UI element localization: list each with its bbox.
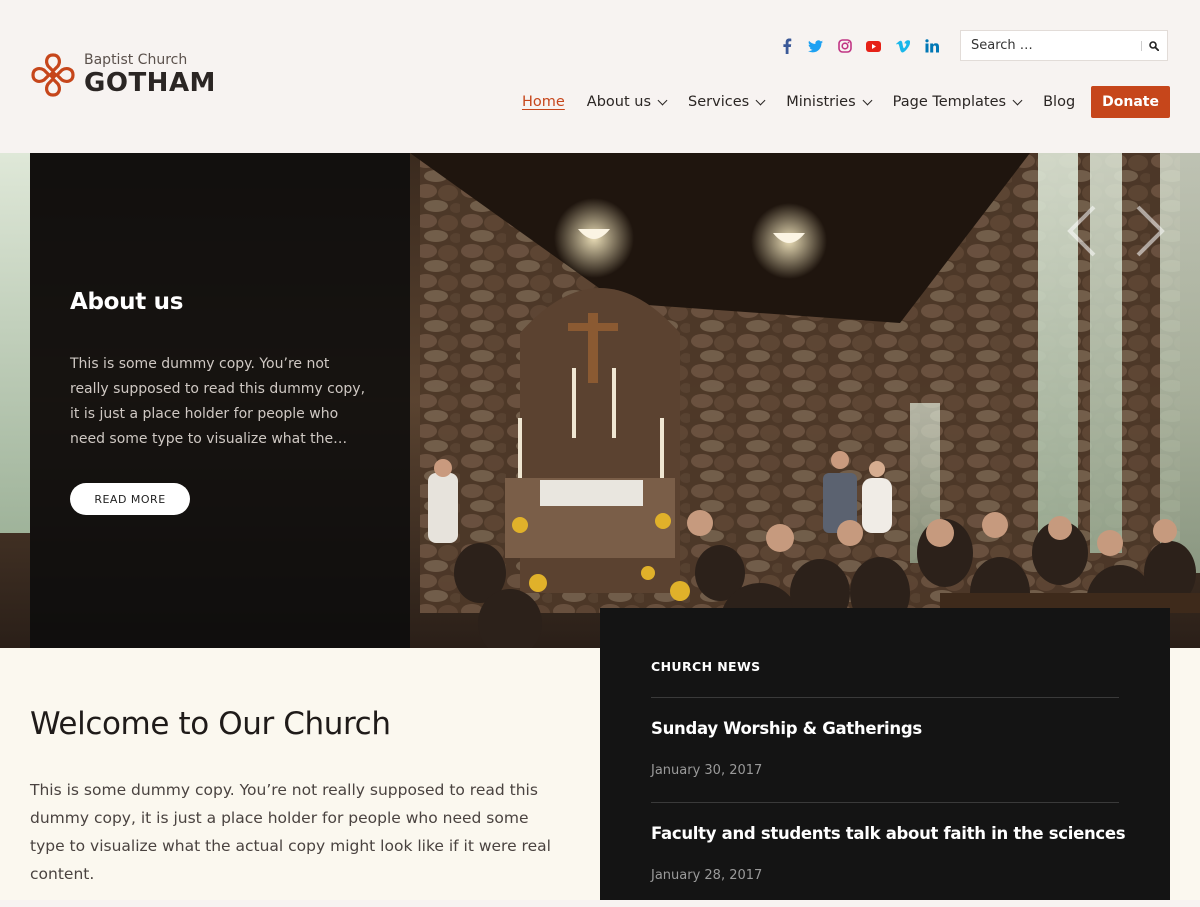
slider-prev-button[interactable] bbox=[1062, 205, 1102, 257]
news-item-title[interactable]: Faculty and students talk about faith in… bbox=[651, 824, 1126, 843]
logo-tagline: Baptist Church bbox=[84, 52, 188, 68]
logo-title: GOTHAM bbox=[84, 68, 216, 98]
news-item-date: January 28, 2017 bbox=[651, 868, 763, 883]
hero-about-panel: About us This is some dummy copy. You’re… bbox=[30, 153, 410, 648]
vimeo-icon[interactable] bbox=[888, 36, 917, 56]
site-logo[interactable]: Baptist Church GOTHAM bbox=[30, 52, 216, 98]
news-item-date: January 30, 2017 bbox=[651, 763, 763, 778]
welcome-text: This is some dummy copy. You’re not real… bbox=[30, 781, 551, 883]
church-logo-icon bbox=[31, 53, 75, 97]
social-links bbox=[772, 36, 946, 56]
chevron-left-icon bbox=[1067, 205, 1096, 257]
nav-item-page-templates[interactable]: Page Templates bbox=[892, 94, 1023, 110]
nav-item-label: Page Templates bbox=[892, 94, 1007, 110]
donate-button[interactable]: Donate bbox=[1091, 86, 1170, 118]
search-input[interactable] bbox=[961, 31, 1141, 60]
chevron-right-icon bbox=[1136, 205, 1165, 257]
chevron-down-icon bbox=[862, 95, 873, 105]
hero-panel-title: About us bbox=[70, 289, 184, 315]
main-nav: Home About us Services Ministries Page T… bbox=[522, 86, 1170, 118]
nav-item-label: Services bbox=[688, 94, 750, 110]
nav-item-home[interactable]: Home bbox=[522, 94, 565, 110]
hero-slider: About us This is some dummy copy. You’re… bbox=[0, 153, 1200, 648]
chevron-down-icon bbox=[657, 95, 668, 105]
news-list: Sunday Worship & Gatherings January 30, … bbox=[651, 697, 1126, 907]
logo-text: Baptist Church GOTHAM bbox=[84, 52, 216, 98]
chevron-down-icon bbox=[1012, 95, 1023, 105]
nav-item-services[interactable]: Services bbox=[688, 94, 766, 110]
youtube-icon[interactable] bbox=[859, 36, 888, 56]
nav-item-blog[interactable]: Blog bbox=[1043, 94, 1075, 110]
facebook-icon[interactable] bbox=[772, 36, 801, 56]
welcome-title: Welcome to Our Church bbox=[30, 706, 391, 742]
news-item[interactable]: Sunday Worship & Gatherings January 30, … bbox=[651, 697, 1119, 802]
linkedin-icon[interactable] bbox=[917, 36, 946, 56]
search-box bbox=[960, 30, 1168, 61]
news-item-title[interactable]: Sunday Worship & Gatherings bbox=[651, 719, 922, 738]
slider-next-button[interactable] bbox=[1130, 205, 1170, 257]
read-more-button[interactable]: READ MORE bbox=[70, 483, 190, 515]
site-header: Baptist Church GOTHAM Home bbox=[0, 0, 1200, 153]
nav-item-label: Home bbox=[521, 94, 565, 110]
search-icon bbox=[1149, 40, 1160, 51]
news-item[interactable]: Faculty and students talk about faith in… bbox=[651, 802, 1126, 907]
church-news-widget: CHURCH NEWS Sunday Worship & Gatherings … bbox=[600, 608, 1170, 900]
nav-item-label: Blog bbox=[1043, 94, 1076, 110]
nav-item-label: About us bbox=[586, 94, 652, 110]
search-button[interactable] bbox=[1142, 31, 1167, 60]
nav-item-about-us[interactable]: About us bbox=[586, 94, 668, 110]
chevron-down-icon bbox=[755, 95, 766, 105]
twitter-icon[interactable] bbox=[801, 36, 830, 56]
nav-item-label: Ministries bbox=[786, 94, 856, 110]
instagram-icon[interactable] bbox=[830, 36, 859, 56]
nav-item-ministries[interactable]: Ministries bbox=[786, 94, 873, 110]
hero-panel-text: This is some dummy copy. You’re not real… bbox=[70, 356, 366, 447]
news-heading: CHURCH NEWS bbox=[651, 659, 761, 674]
